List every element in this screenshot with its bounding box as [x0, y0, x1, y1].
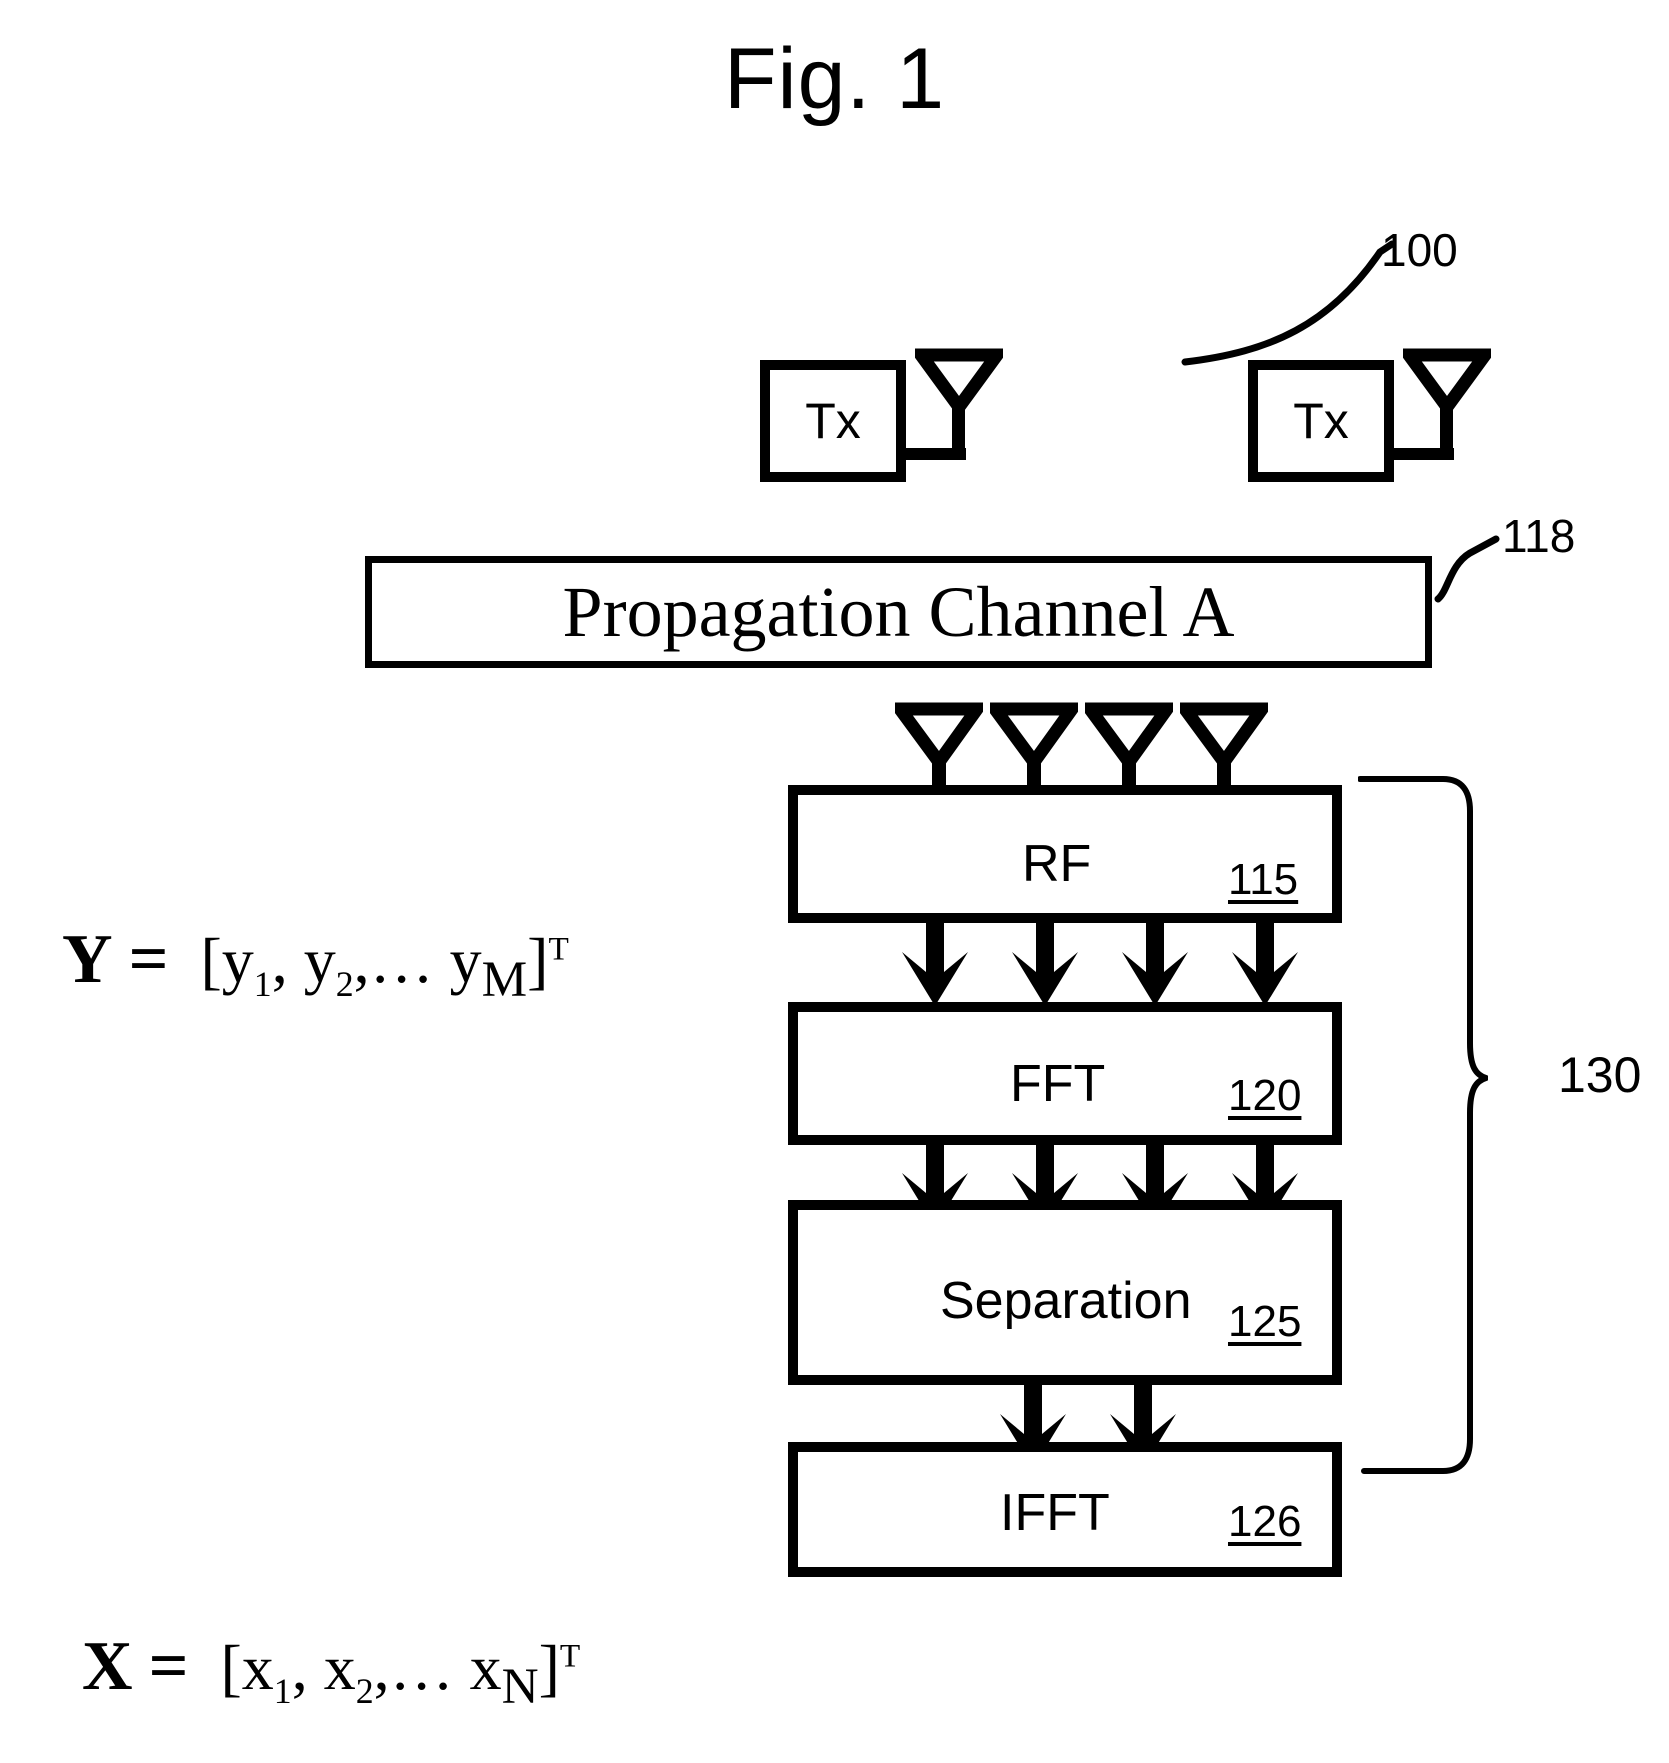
tx-block-2-label: Tx	[1293, 393, 1349, 449]
patent-figure-1: Fig. 1 100 Tx Tx Propagation Channel A 1…	[0, 0, 1669, 1763]
equation-transmitted-vector: X = [x1, x2,… xN]T	[82, 1632, 580, 1712]
equation-X-sep2: ,…	[373, 1632, 470, 1703]
antenna-icon	[915, 348, 1003, 460]
antenna-icon	[1085, 702, 1173, 795]
equation-Y-vector: Y	[62, 921, 113, 998]
equation-Y-close: ]	[527, 925, 549, 996]
antenna-icon	[895, 702, 983, 795]
tx-block-1: Tx	[760, 360, 906, 482]
equation-Y-sep1: ,	[271, 925, 304, 996]
equation-Y-term3: y	[449, 925, 482, 996]
figure-title: Fig. 1	[723, 31, 946, 127]
equation-X-sep1: ,	[291, 1632, 324, 1703]
equation-Y-sep2: ,…	[353, 925, 450, 996]
receiver-group-brace	[1358, 776, 1488, 1474]
equation-X-term1: x	[241, 1632, 274, 1703]
separation-block-ref: 125	[1228, 1297, 1302, 1346]
equation-Y-term1: y	[221, 925, 254, 996]
equation-X-close: ]	[538, 1632, 560, 1703]
ref-numeral-130: 130	[1558, 1047, 1642, 1103]
propagation-channel-label: Propagation Channel A	[562, 572, 1235, 652]
equation-X-equals: =	[148, 1628, 189, 1705]
propagation-channel-box: Propagation Channel A	[365, 556, 1432, 668]
equation-X-term3: x	[469, 1632, 502, 1703]
ref-numeral-100: 100	[1381, 224, 1458, 276]
equation-X-term2-sub: 2	[355, 1670, 374, 1711]
rf-block-label: RF	[1022, 835, 1092, 893]
equation-X-term3-sub: N	[501, 1657, 539, 1715]
arrows-rf-to-fft	[902, 920, 1298, 1006]
separation-block-label: Separation	[940, 1272, 1192, 1330]
equation-Y-open: [	[200, 925, 222, 996]
rf-block-ref: 115	[1228, 855, 1299, 904]
ifft-block-label: IFFT	[1000, 1484, 1110, 1542]
fft-block-label: FFT	[1010, 1055, 1106, 1113]
equation-Y-transpose: T	[548, 930, 569, 968]
lead-line-118	[1434, 535, 1500, 603]
equation-X-term2: x	[323, 1632, 356, 1703]
tx-block-1-label: Tx	[805, 393, 861, 449]
equation-Y-term2-sub: 2	[335, 963, 354, 1004]
antenna-icon	[1403, 348, 1491, 460]
equation-Y-term3-sub: M	[481, 950, 528, 1008]
equation-received-vector: Y = [y1, y2,… yM]T	[62, 925, 569, 1005]
fft-block-ref: 120	[1228, 1071, 1302, 1120]
ref-numeral-118: 118	[1502, 510, 1576, 562]
antenna-icon	[990, 702, 1078, 795]
tx-block-2: Tx	[1248, 360, 1394, 482]
equation-X-vector: X	[82, 1628, 133, 1705]
equation-X-open: [	[220, 1632, 242, 1703]
equation-X-transpose: T	[559, 1637, 581, 1675]
equation-X-term1-sub: 1	[273, 1670, 292, 1711]
ifft-block-ref: 126	[1228, 1497, 1302, 1546]
equation-Y-term2: y	[303, 925, 336, 996]
antenna-icon	[1180, 702, 1268, 795]
equation-Y-term1-sub: 1	[253, 963, 272, 1004]
equation-Y-equals: =	[128, 921, 169, 998]
